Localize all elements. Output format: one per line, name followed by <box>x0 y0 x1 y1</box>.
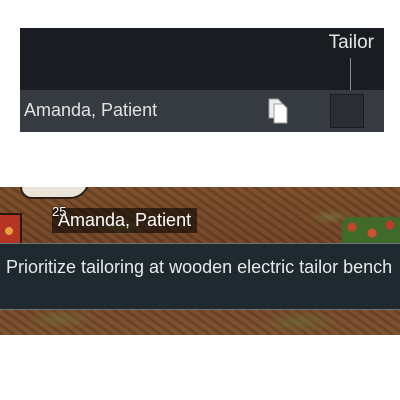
tailor-priority-cell[interactable] <box>330 94 364 128</box>
copy-icon[interactable] <box>266 96 290 126</box>
tailor-column-header[interactable]: Tailor <box>329 32 374 54</box>
work-tab-panel: Tailor Amanda, Patient <box>20 28 384 132</box>
map-structure <box>20 187 90 199</box>
pawn-name[interactable]: Amanda, Patient <box>24 100 157 121</box>
pawn-map-label[interactable]: Amanda, Patient <box>52 208 198 233</box>
column-header-line <box>350 58 351 90</box>
pawn-map-number: 25 <box>52 204 67 219</box>
tooltip: Prioritize tailoring at wooden electric … <box>0 243 400 310</box>
pawn-row: Amanda, Patient <box>20 90 384 132</box>
